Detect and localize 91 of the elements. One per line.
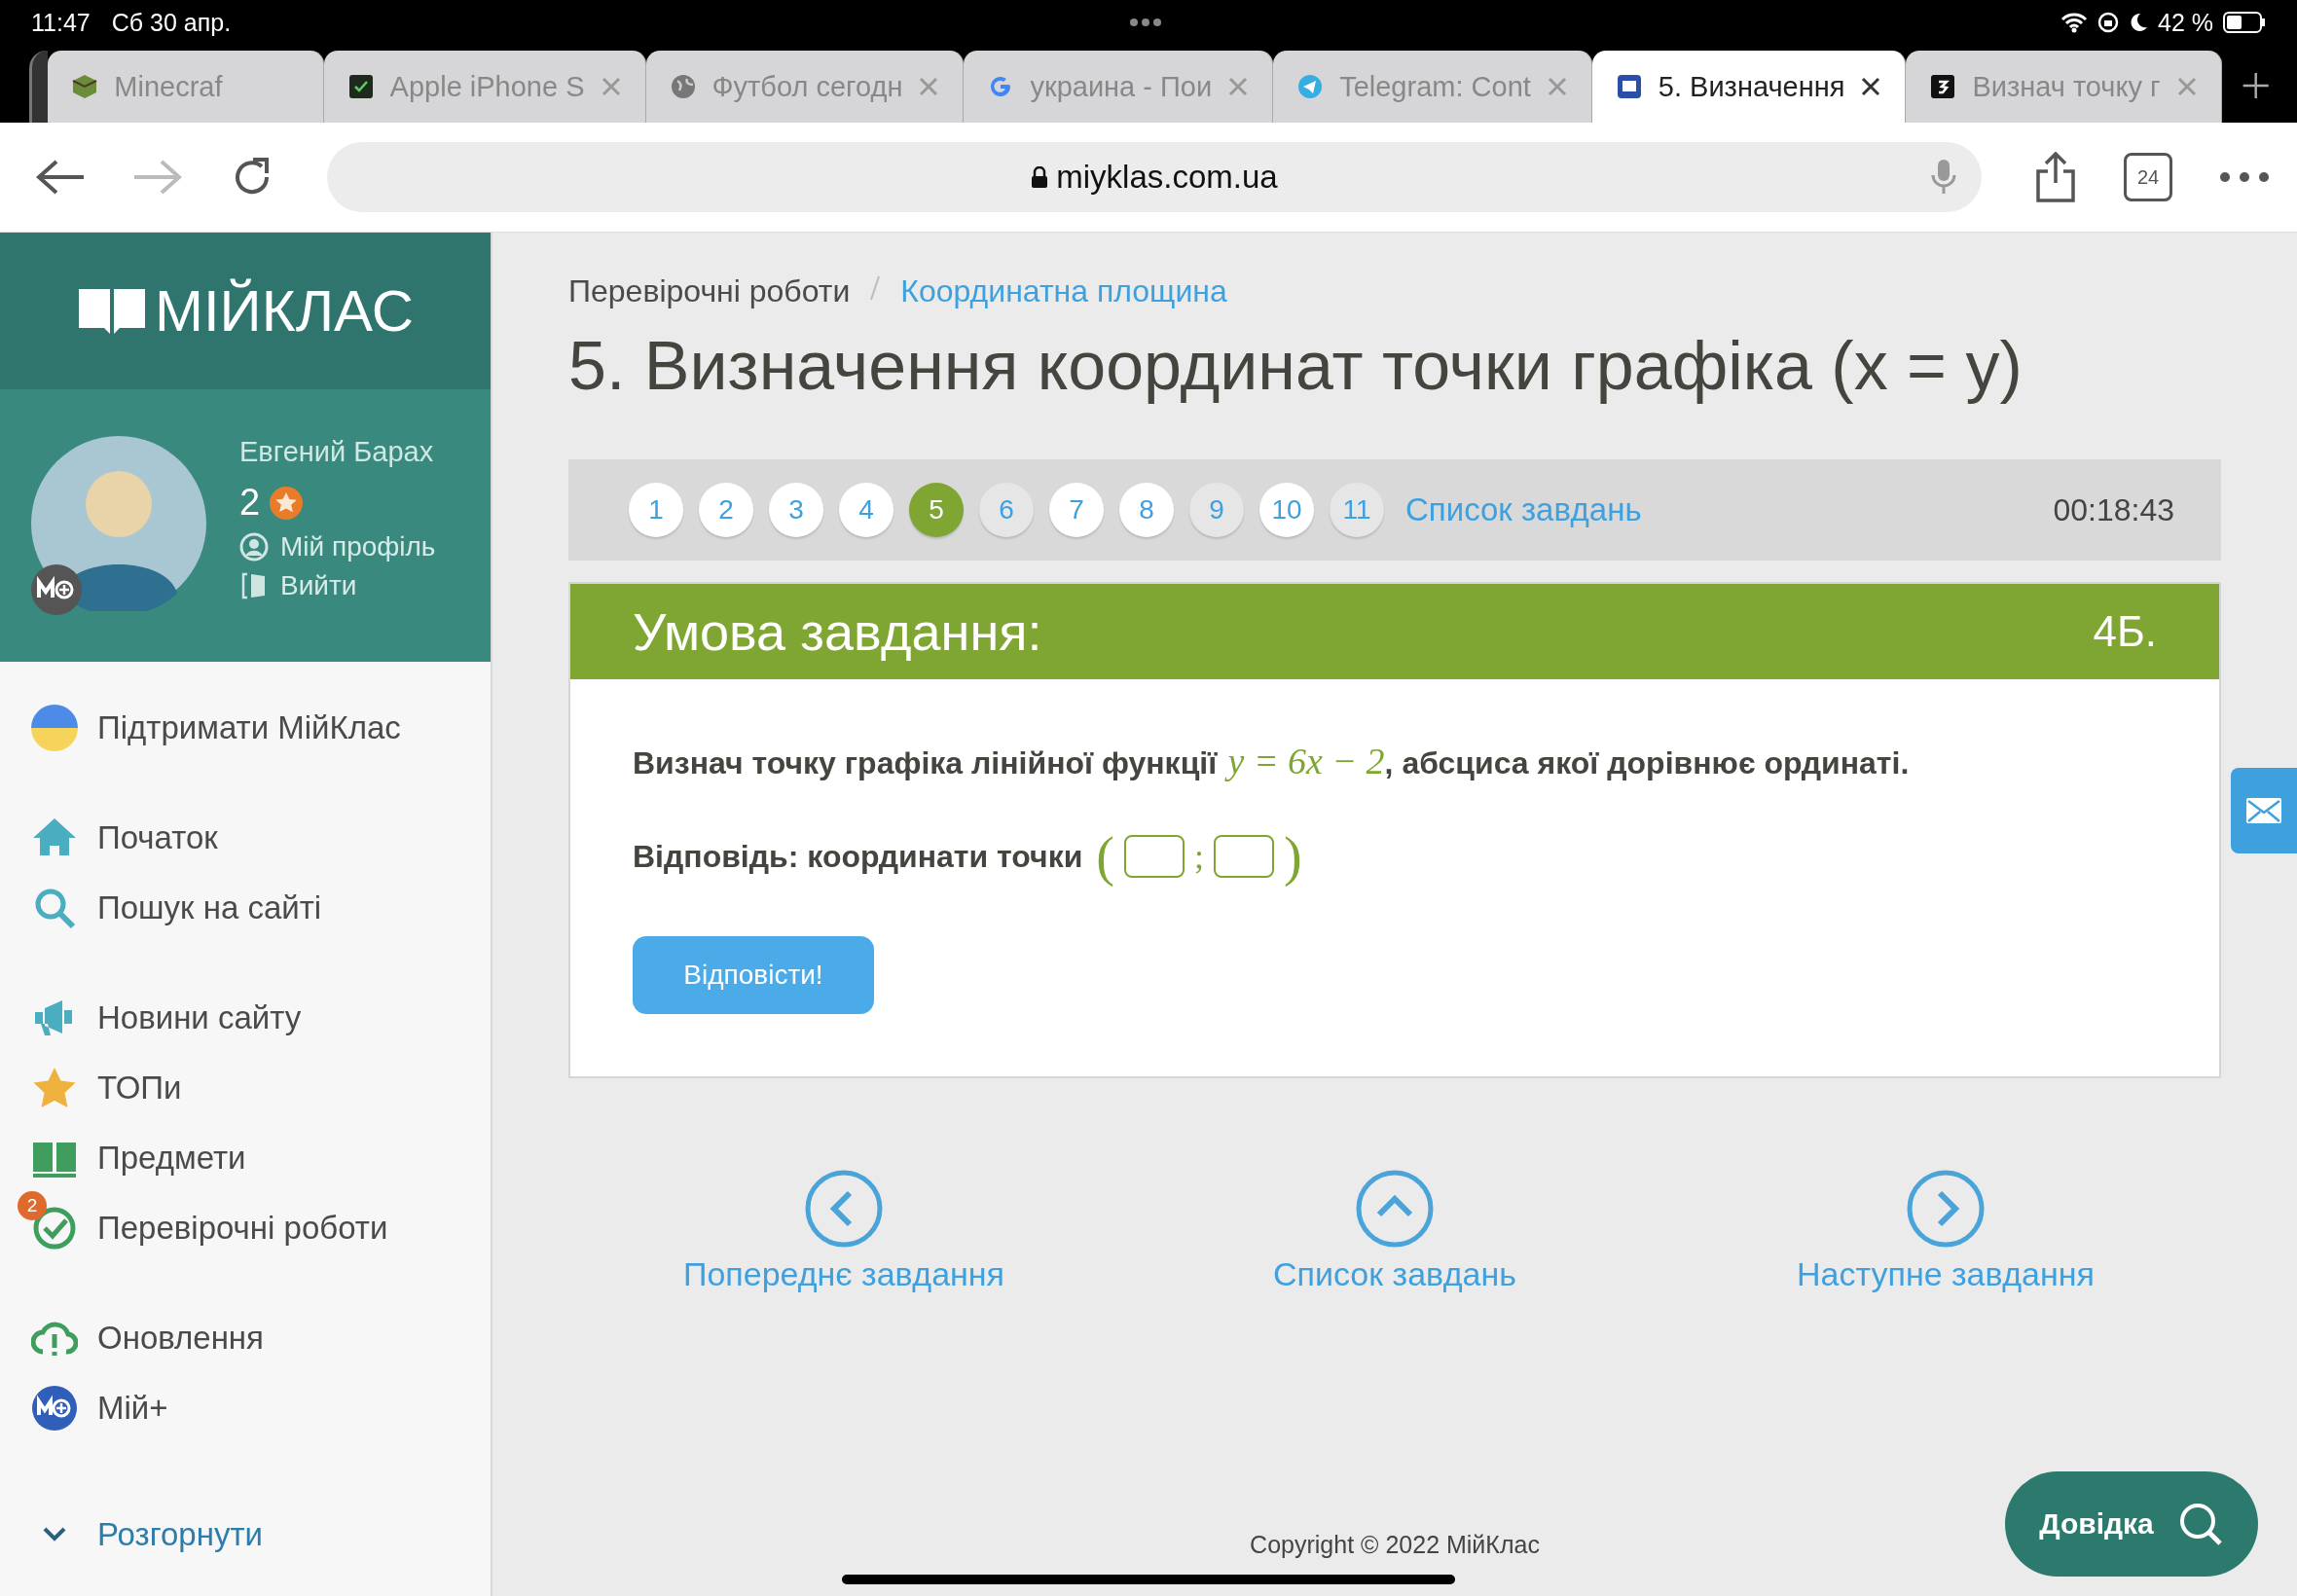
user-name: Евгений Барах: [239, 436, 435, 468]
expand-link[interactable]: Розгорнути: [16, 1501, 491, 1553]
battery-icon: [2223, 12, 2266, 33]
breadcrumb-link[interactable]: Перевірочні роботи: [568, 273, 851, 309]
task-points: 4Б.: [2093, 607, 2157, 656]
task-header-title: Умова завдання:: [633, 601, 1042, 662]
plus-badge-icon: [31, 1385, 78, 1432]
chevron-left-icon: [805, 1170, 883, 1248]
question-number-button[interactable]: 3: [769, 483, 823, 537]
browser-tab[interactable]: Визнач точку г: [1906, 51, 2222, 123]
lock-icon: [1031, 166, 1049, 188]
question-number-button[interactable]: 6: [979, 483, 1034, 537]
question-number-button[interactable]: 11: [1330, 483, 1384, 537]
browser-tab[interactable]: 5. Визначення: [1591, 51, 1907, 123]
question-number-button[interactable]: 9: [1189, 483, 1244, 537]
answer-label: Відповідь: координати точки: [633, 838, 1083, 875]
question-number-button[interactable]: 10: [1259, 483, 1314, 537]
more-dots-icon: [1129, 18, 1162, 27]
site-logo[interactable]: МІЙКЛАС: [154, 277, 415, 345]
breadcrumb-link[interactable]: Координатна площина: [900, 273, 1227, 309]
notification-badge: 2: [18, 1191, 47, 1220]
sidebar-menu-item[interactable]: Підтримати МійКлас: [16, 689, 491, 751]
browser-tab[interactable]: Футбол сегодн: [645, 51, 965, 123]
check-square-icon: [346, 73, 375, 100]
question-number-button[interactable]: 5: [909, 483, 964, 537]
task-navigation-link[interactable]: Наступне завдання: [1670, 1170, 2221, 1293]
navigation-label: Попереднє завдання: [682, 1255, 1004, 1293]
question-text: Визнач точку графіка лінійної функції y = 6x − 2, абсциса якої дорівнює ординаті.: [633, 740, 1910, 782]
task-navigation-link[interactable]: Попереднє завдання: [568, 1170, 1119, 1293]
lock-rotation-icon: [2097, 12, 2119, 33]
square-logo-icon: [1929, 73, 1957, 100]
microphone-icon[interactable]: [1931, 159, 1956, 196]
copyright: Copyright © 2022 МійКлас: [1249, 1531, 1541, 1559]
star-badge-icon: [270, 486, 304, 520]
page-title: 5. Визначення координат точки графіка (x = y): [568, 327, 2024, 405]
more-icon[interactable]: [2219, 171, 2270, 183]
paper-plane-icon: [1296, 73, 1325, 100]
chevron-right-icon: [1907, 1170, 1985, 1248]
stacked-tabs[interactable]: [29, 51, 49, 123]
question-number-button[interactable]: 1: [629, 483, 683, 537]
flag-circle-icon: [31, 705, 78, 751]
task-navigation-link[interactable]: Список завдань: [1119, 1170, 1670, 1293]
sidebar-menu-item[interactable]: Мій+: [16, 1369, 491, 1432]
profile-link[interactable]: Мій профіль: [239, 531, 436, 562]
logout-link[interactable]: Вийти: [239, 570, 436, 601]
envelope-icon: [2246, 798, 2281, 823]
share-icon[interactable]: [2034, 152, 2077, 202]
browser-tab[interactable]: Apple iPhone S: [323, 51, 646, 123]
moon-icon: [2129, 12, 2148, 33]
sidebar-menu-item[interactable]: Новини сайту: [16, 979, 491, 1041]
user-points: 2: [239, 482, 261, 524]
navigation-label: Наступне завдання: [1797, 1255, 2095, 1293]
user-circle-icon: [239, 532, 269, 562]
answer-box[interactable]: [1124, 835, 1185, 878]
cube-icon: [71, 73, 99, 100]
address-field[interactable]: miyklas.com.ua: [327, 142, 1982, 212]
submit-button[interactable]: Відповісти!: [633, 936, 874, 1014]
question-number-button[interactable]: 7: [1049, 483, 1104, 537]
question-number-button[interactable]: 8: [1119, 483, 1174, 537]
answer-box[interactable]: [1214, 835, 1274, 878]
tab-count-button[interactable]: 24: [2124, 153, 2172, 201]
question-number-button[interactable]: 2: [699, 483, 753, 537]
battery-percent: 42 %: [2158, 8, 2213, 37]
sidebar-menu-item[interactable]: Пошук на сайті: [16, 869, 491, 931]
status-time: 11:47: [31, 8, 91, 37]
sidebar-menu-item[interactable]: Оновлення: [16, 1299, 491, 1361]
sidebar-menu-item[interactable]: Початок: [16, 799, 491, 861]
browser-tab[interactable]: Minecraf: [48, 51, 324, 123]
question-number-button[interactable]: 4: [839, 483, 893, 537]
close-parenthesis: ): [1284, 825, 1302, 888]
help-button[interactable]: Довідка: [2005, 1471, 2258, 1577]
url-text: miyklas.com.ua: [1056, 159, 1278, 196]
semicolon: ;: [1194, 836, 1204, 877]
browser-tab[interactable]: Telegram: Cont: [1273, 51, 1592, 123]
timer: 00:18:43: [2053, 491, 2174, 528]
forward-icon[interactable]: [132, 158, 183, 197]
back-icon[interactable]: [35, 158, 86, 197]
browser-tab[interactable]: украина - Пои: [964, 51, 1274, 123]
open-parenthesis: (: [1096, 825, 1114, 888]
plus-badge-icon: [31, 564, 82, 615]
navigation-label: Список завдань: [1273, 1255, 1516, 1293]
wifi-icon: [2060, 12, 2088, 33]
task-list-link[interactable]: Список завдань: [1405, 491, 1642, 528]
sidebar-menu-item[interactable]: Предмети: [16, 1119, 491, 1181]
sidebar-menu-item[interactable]: 2 Перевірочні роботи: [16, 1189, 491, 1251]
chevron-up-icon: [1356, 1170, 1434, 1248]
globe-icon: [669, 73, 697, 100]
feedback-tab[interactable]: [2231, 768, 2297, 853]
sidebar-menu-item[interactable]: ТОПи: [16, 1049, 491, 1111]
close-icon[interactable]: [1860, 76, 1882, 97]
status-date: Сб 30 апр.: [111, 8, 232, 37]
